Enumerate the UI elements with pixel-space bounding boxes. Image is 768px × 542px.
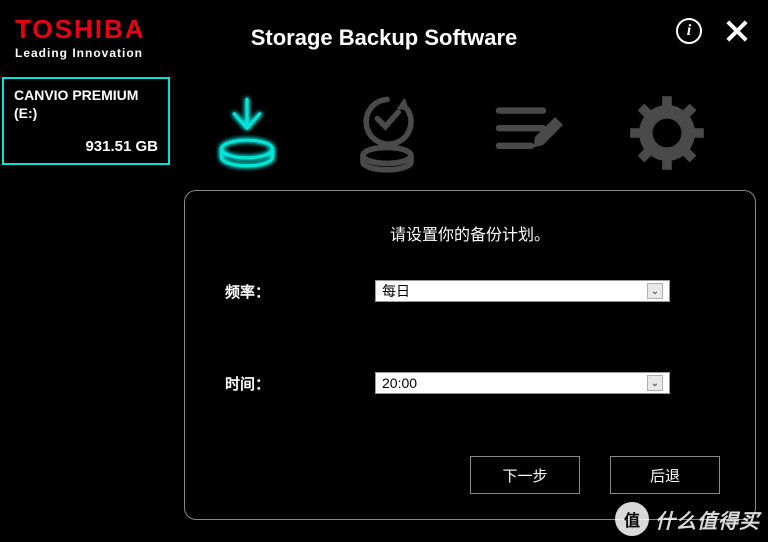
device-size: 931.51 GB (14, 138, 158, 155)
header-actions: i (676, 18, 750, 44)
chevron-down-icon: ⌄ (647, 283, 663, 299)
tab-backup[interactable] (202, 88, 292, 178)
frequency-row: 频率： 每日 ⌄ (225, 280, 715, 302)
frequency-label: 频率： (225, 281, 375, 302)
button-row: 下一步 后退 (470, 456, 720, 494)
time-select[interactable]: 20:00 ⌄ (375, 372, 670, 394)
back-button[interactable]: 后退 (610, 456, 720, 494)
gear-icon (627, 93, 707, 173)
device-sidebar: CANVIO PREMIUM (E:) 931.51 GB (0, 75, 172, 542)
device-card[interactable]: CANVIO PREMIUM (E:) 931.51 GB (2, 77, 170, 165)
app-title: Storage Backup Software (251, 25, 518, 51)
close-icon[interactable] (724, 18, 750, 44)
tab-settings[interactable] (622, 88, 712, 178)
brand-name: TOSHIBA (15, 16, 146, 42)
restore-icon (347, 93, 427, 173)
frequency-value: 每日 (382, 281, 410, 301)
time-value: 20:00 (382, 375, 417, 391)
info-icon[interactable]: i (676, 18, 702, 44)
device-name: CANVIO PREMIUM (14, 87, 158, 103)
panel-title: 请设置你的备份计划。 (225, 221, 715, 245)
backup-plan-panel: 请设置你的备份计划。 频率： 每日 ⌄ 时间： 20:00 ⌄ 下一步 后退 (184, 190, 756, 520)
frequency-select[interactable]: 每日 ⌄ (375, 280, 670, 302)
download-drive-icon (207, 93, 287, 173)
time-row: 时间： 20:00 ⌄ (225, 372, 715, 394)
brand-tagline: Leading Innovation (15, 46, 146, 60)
tab-restore[interactable] (342, 88, 432, 178)
next-button[interactable]: 下一步 (470, 456, 580, 494)
main-area: CANVIO PREMIUM (E:) 931.51 GB (0, 75, 768, 542)
time-label: 时间： (225, 373, 375, 394)
tab-edit[interactable] (482, 88, 572, 178)
content-area: 请设置你的备份计划。 频率： 每日 ⌄ 时间： 20:00 ⌄ 下一步 后退 (172, 75, 768, 542)
app-header: TOSHIBA Leading Innovation Storage Backu… (0, 0, 768, 75)
device-letter: (E:) (14, 105, 158, 121)
brand-logo: TOSHIBA Leading Innovation (15, 16, 146, 60)
tab-bar (172, 75, 768, 190)
chevron-down-icon: ⌄ (647, 375, 663, 391)
edit-list-icon (487, 93, 567, 173)
